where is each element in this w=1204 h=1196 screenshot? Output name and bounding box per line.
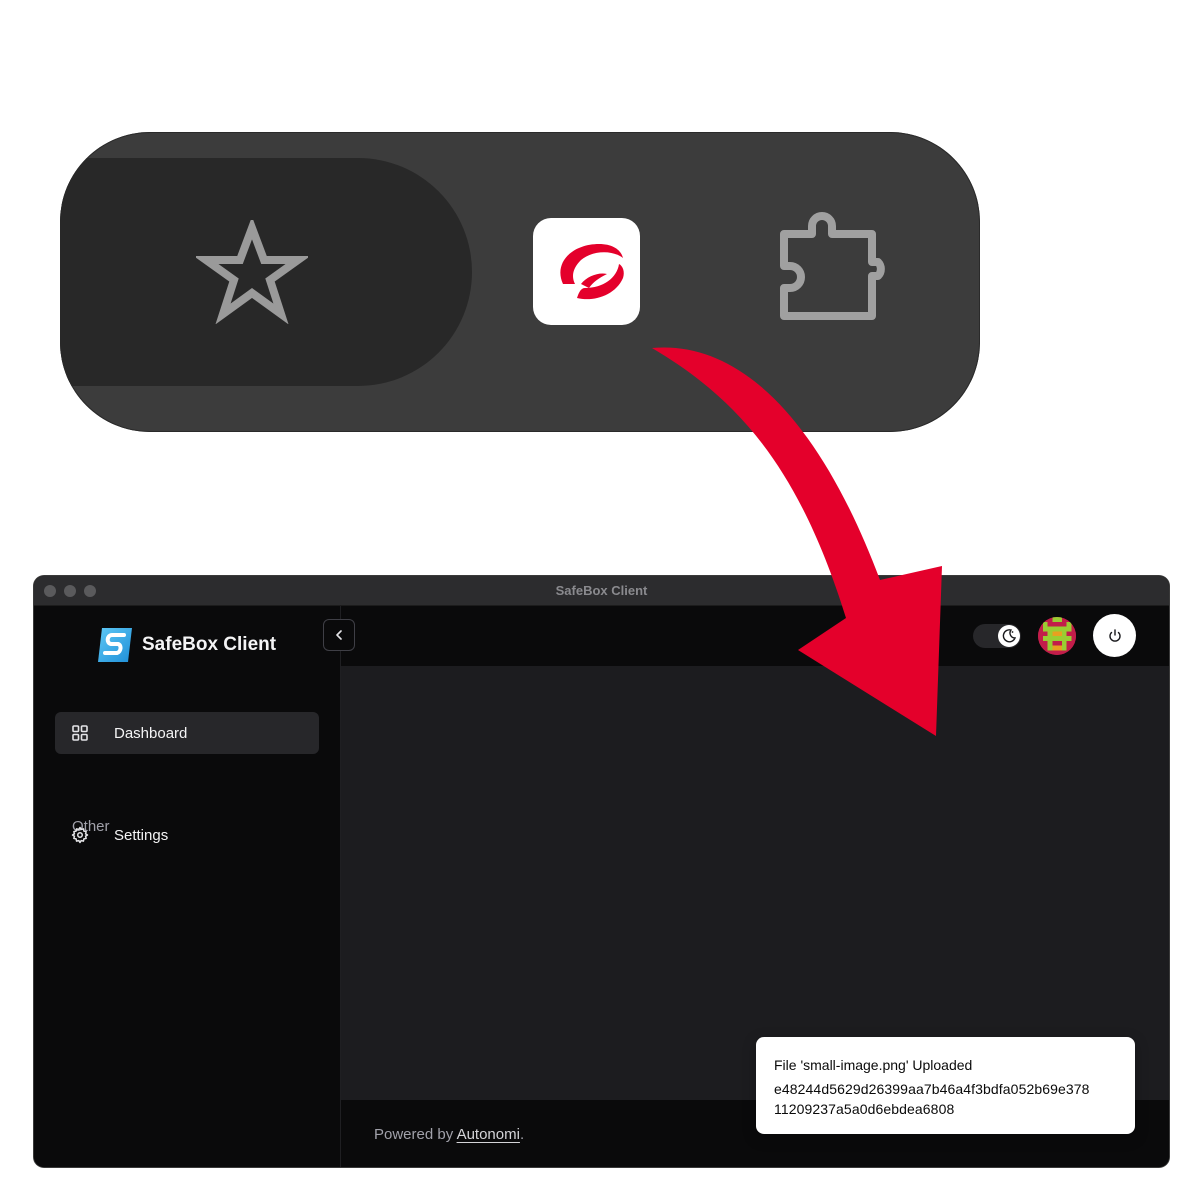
sidebar-item-label: Dashboard [114, 724, 188, 742]
footer-prefix: Powered by [374, 1126, 457, 1143]
star-icon[interactable] [196, 220, 308, 324]
sidebar-item-settings[interactable]: Settings [55, 814, 319, 856]
autonomi-link[interactable]: Autonomi [457, 1126, 520, 1143]
sidebar-item-label: Settings [114, 826, 169, 844]
sidebar: SafeBox Client Dashboard Other Settings [34, 606, 341, 1167]
main-content [341, 666, 1169, 1100]
chevron-left-icon [336, 630, 342, 640]
toast-hash-line-1: e48244d5629d26399aa7b46a4f3bdfa052b69e37… [774, 1081, 1090, 1097]
upload-toast[interactable]: File 'small-image.png' Uploaded e48244d5… [756, 1037, 1135, 1134]
brand[interactable]: SafeBox Client [96, 626, 276, 664]
toast-title: File 'small-image.png' Uploaded [774, 1057, 973, 1073]
toast-hash-line-2: 11209237a5a0d6ebdea6808 [774, 1101, 955, 1117]
power-button[interactable] [1093, 614, 1136, 657]
window-title: SafeBox Client [555, 583, 648, 598]
avatar[interactable] [1038, 617, 1076, 655]
header [341, 606, 1169, 666]
grid-icon [71, 724, 89, 742]
title-bar: SafeBox Client [34, 576, 1169, 606]
brand-name: SafeBox Client [142, 634, 277, 655]
moon-icon [998, 625, 1020, 647]
power-icon [1108, 628, 1121, 642]
footer-text: Powered by Autonomi. [374, 1126, 524, 1143]
extension-button[interactable] [533, 218, 640, 325]
collapse-sidebar-button[interactable] [323, 619, 355, 651]
gear-icon [71, 826, 89, 844]
footer-suffix: . [519, 1126, 525, 1143]
extension-logo-icon [560, 244, 624, 300]
puzzle-icon[interactable] [776, 210, 892, 326]
sidebar-item-dashboard[interactable]: Dashboard [55, 712, 319, 754]
theme-toggle[interactable] [973, 624, 1021, 648]
safebox-logo-icon [98, 628, 132, 662]
